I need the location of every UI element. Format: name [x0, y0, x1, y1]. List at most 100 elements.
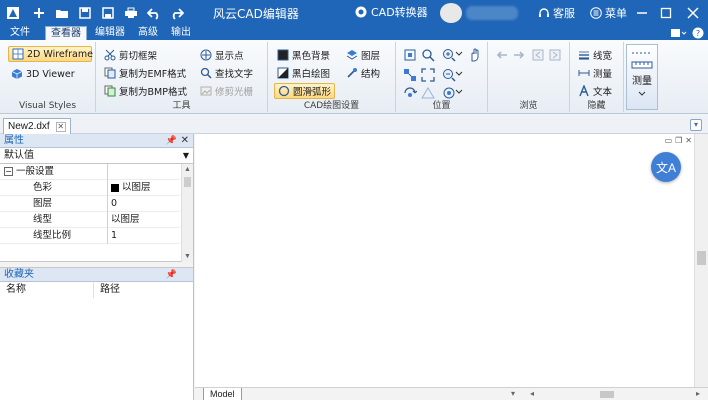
- black-background-button[interactable]: 黑色背景: [277, 47, 330, 63]
- scroll-thumb[interactable]: [184, 177, 191, 187]
- pan-hand-icon[interactable]: [468, 48, 482, 62]
- find-text-button[interactable]: 查找文字: [200, 65, 253, 81]
- zoom-window-icon[interactable]: [421, 48, 435, 62]
- new-file-icon[interactable]: [30, 4, 48, 22]
- document-tab-bar: New2.dxf ✕ ▾: [0, 116, 708, 134]
- redo-icon[interactable]: [168, 4, 186, 22]
- bw-drawing-label: 黑白绘图: [292, 69, 331, 80]
- document-tab[interactable]: New2.dxf ✕: [3, 118, 71, 134]
- app-logo-icon[interactable]: [4, 4, 22, 22]
- properties-object-select[interactable]: 默认值 ▼: [0, 148, 193, 164]
- zoom-in-icon[interactable]: [442, 48, 456, 62]
- customer-service-button[interactable]: 客服: [538, 5, 575, 21]
- translate-icon[interactable]: 文A: [651, 152, 681, 182]
- print-icon[interactable]: [122, 4, 140, 22]
- properties-scrollbar[interactable]: ▲ ▼: [181, 164, 193, 262]
- pin-icon[interactable]: 📌: [166, 135, 177, 148]
- measure-button[interactable]: 测量: [626, 44, 658, 110]
- help-icon[interactable]: ?: [692, 27, 704, 39]
- maximize-icon[interactable]: [657, 4, 675, 22]
- tab-list-dropdown-icon[interactable]: ▾: [690, 119, 702, 131]
- save-as-icon[interactable]: [99, 4, 117, 22]
- favorites-column-headers: 名称 路径: [0, 282, 193, 298]
- tab-advanced[interactable]: 高级: [133, 26, 163, 40]
- column-header-path[interactable]: 路径: [94, 282, 120, 298]
- forward-arrow-icon[interactable]: [512, 48, 526, 62]
- property-key: 图层: [0, 196, 108, 212]
- scroll-up-icon[interactable]: ▲: [184, 166, 191, 173]
- vertical-scrollbar[interactable]: [694, 134, 708, 387]
- open-folder-icon[interactable]: [53, 4, 71, 22]
- canvas-close-icon[interactable]: ✕: [685, 136, 692, 145]
- tab-file[interactable]: 文件: [5, 26, 35, 40]
- canvas-restore-icon[interactable]: ❐: [675, 136, 682, 145]
- back-arrow-icon[interactable]: [495, 48, 509, 62]
- save-icon[interactable]: [76, 4, 94, 22]
- text-toggle-button[interactable]: 文本: [578, 83, 612, 99]
- tab-editor[interactable]: 编辑器: [90, 26, 130, 40]
- main-menu-button[interactable]: 菜单: [590, 5, 627, 21]
- property-value: 1: [108, 228, 180, 244]
- property-category[interactable]: − 一般设置: [0, 164, 180, 180]
- scroll-right-icon[interactable]: ▸: [696, 389, 700, 398]
- color-swatch: [111, 183, 119, 192]
- tab-output[interactable]: 输出: [166, 26, 196, 40]
- zoom-in-dropdown-icon[interactable]: [455, 50, 463, 58]
- property-row-layer[interactable]: 图层 0: [0, 196, 180, 212]
- layers-button[interactable]: 图层: [346, 47, 380, 63]
- copy-emf-button[interactable]: 复制为EMF格式: [104, 65, 186, 81]
- property-row-linetype-scale[interactable]: 线型比例 1: [0, 228, 180, 244]
- scroll-left-icon[interactable]: ◂: [530, 389, 534, 398]
- bw-drawing-button[interactable]: 黑白绘图: [277, 65, 330, 81]
- canvas-minimize-icon[interactable]: ▭: [665, 136, 673, 145]
- structure-button[interactable]: 结构: [346, 65, 380, 81]
- model-layout-tab[interactable]: Model: [203, 388, 242, 400]
- clip-frame-button[interactable]: 剪切框架: [104, 47, 157, 63]
- property-row-linetype[interactable]: 线型 以图层: [0, 212, 180, 228]
- panel-close-icon[interactable]: ✕: [181, 134, 189, 147]
- scroll-down-icon[interactable]: ▼: [184, 253, 191, 260]
- cad-converter-button[interactable]: CAD转换器: [355, 4, 428, 20]
- column-header-name[interactable]: 名称: [0, 282, 94, 298]
- property-row-color[interactable]: 色彩 以图层: [0, 180, 180, 196]
- layout-tab-bar: Model ▾ ◂ ▸: [195, 387, 708, 400]
- undo-icon[interactable]: [145, 4, 163, 22]
- lineweight-button[interactable]: 线宽: [578, 47, 612, 63]
- drawing-canvas[interactable]: ▭ ❐ ✕ 文A: [195, 134, 694, 387]
- clip-frame-label: 剪切框架: [119, 51, 158, 62]
- previous-view-icon[interactable]: [531, 48, 545, 62]
- layers-icon: [346, 50, 358, 60]
- view-options-dropdown-icon[interactable]: [455, 88, 463, 96]
- close-icon[interactable]: [684, 4, 702, 22]
- fit-to-window-icon[interactable]: [403, 48, 417, 62]
- copy-bmp-label: 复制为BMP格式: [119, 87, 187, 98]
- collapse-icon[interactable]: −: [4, 167, 13, 176]
- tab-viewer[interactable]: 查看器: [45, 26, 87, 40]
- browse-group-label: 浏览: [519, 101, 538, 111]
- palette-icon[interactable]: [670, 27, 688, 39]
- layers-label: 图层: [361, 51, 381, 62]
- cad-converter-label: CAD转换器: [371, 6, 428, 19]
- trim-raster-button[interactable]: 修剪光栅: [200, 83, 253, 99]
- viewer-3d-button[interactable]: 3D Viewer: [11, 66, 75, 82]
- layout-tabs-dropdown-icon[interactable]: ▾: [511, 389, 515, 398]
- properties-panel-header: 属性 📌 ✕: [0, 134, 193, 148]
- show-points-button[interactable]: 显示点: [200, 47, 244, 63]
- title-bar: 风云CAD编辑器 CAD转换器 客服 菜单: [0, 0, 708, 26]
- fullscreen-icon[interactable]: [421, 68, 435, 82]
- copy-bmp-button[interactable]: 复制为BMP格式: [104, 83, 187, 99]
- vertical-scroll-thumb[interactable]: [697, 251, 706, 265]
- horizontal-scrollbar[interactable]: ◂ ▸: [530, 389, 700, 400]
- smooth-arc-button[interactable]: 圆滑弧形: [274, 83, 336, 99]
- minimize-icon[interactable]: [633, 4, 651, 22]
- zoom-out-dropdown-icon[interactable]: [455, 70, 463, 78]
- fit-extents-icon[interactable]: [403, 68, 417, 82]
- avatar[interactable]: [440, 3, 462, 23]
- close-tab-icon[interactable]: ✕: [55, 121, 66, 132]
- measure-toggle-button[interactable]: 测量: [578, 65, 612, 81]
- wireframe-2d-button[interactable]: 2D Wireframe: [8, 46, 93, 62]
- next-view-icon[interactable]: [548, 48, 562, 62]
- favorites-pin-icon[interactable]: 📌: [166, 269, 177, 282]
- horizontal-scroll-thumb[interactable]: [600, 391, 614, 398]
- zoom-out-icon[interactable]: [442, 68, 456, 82]
